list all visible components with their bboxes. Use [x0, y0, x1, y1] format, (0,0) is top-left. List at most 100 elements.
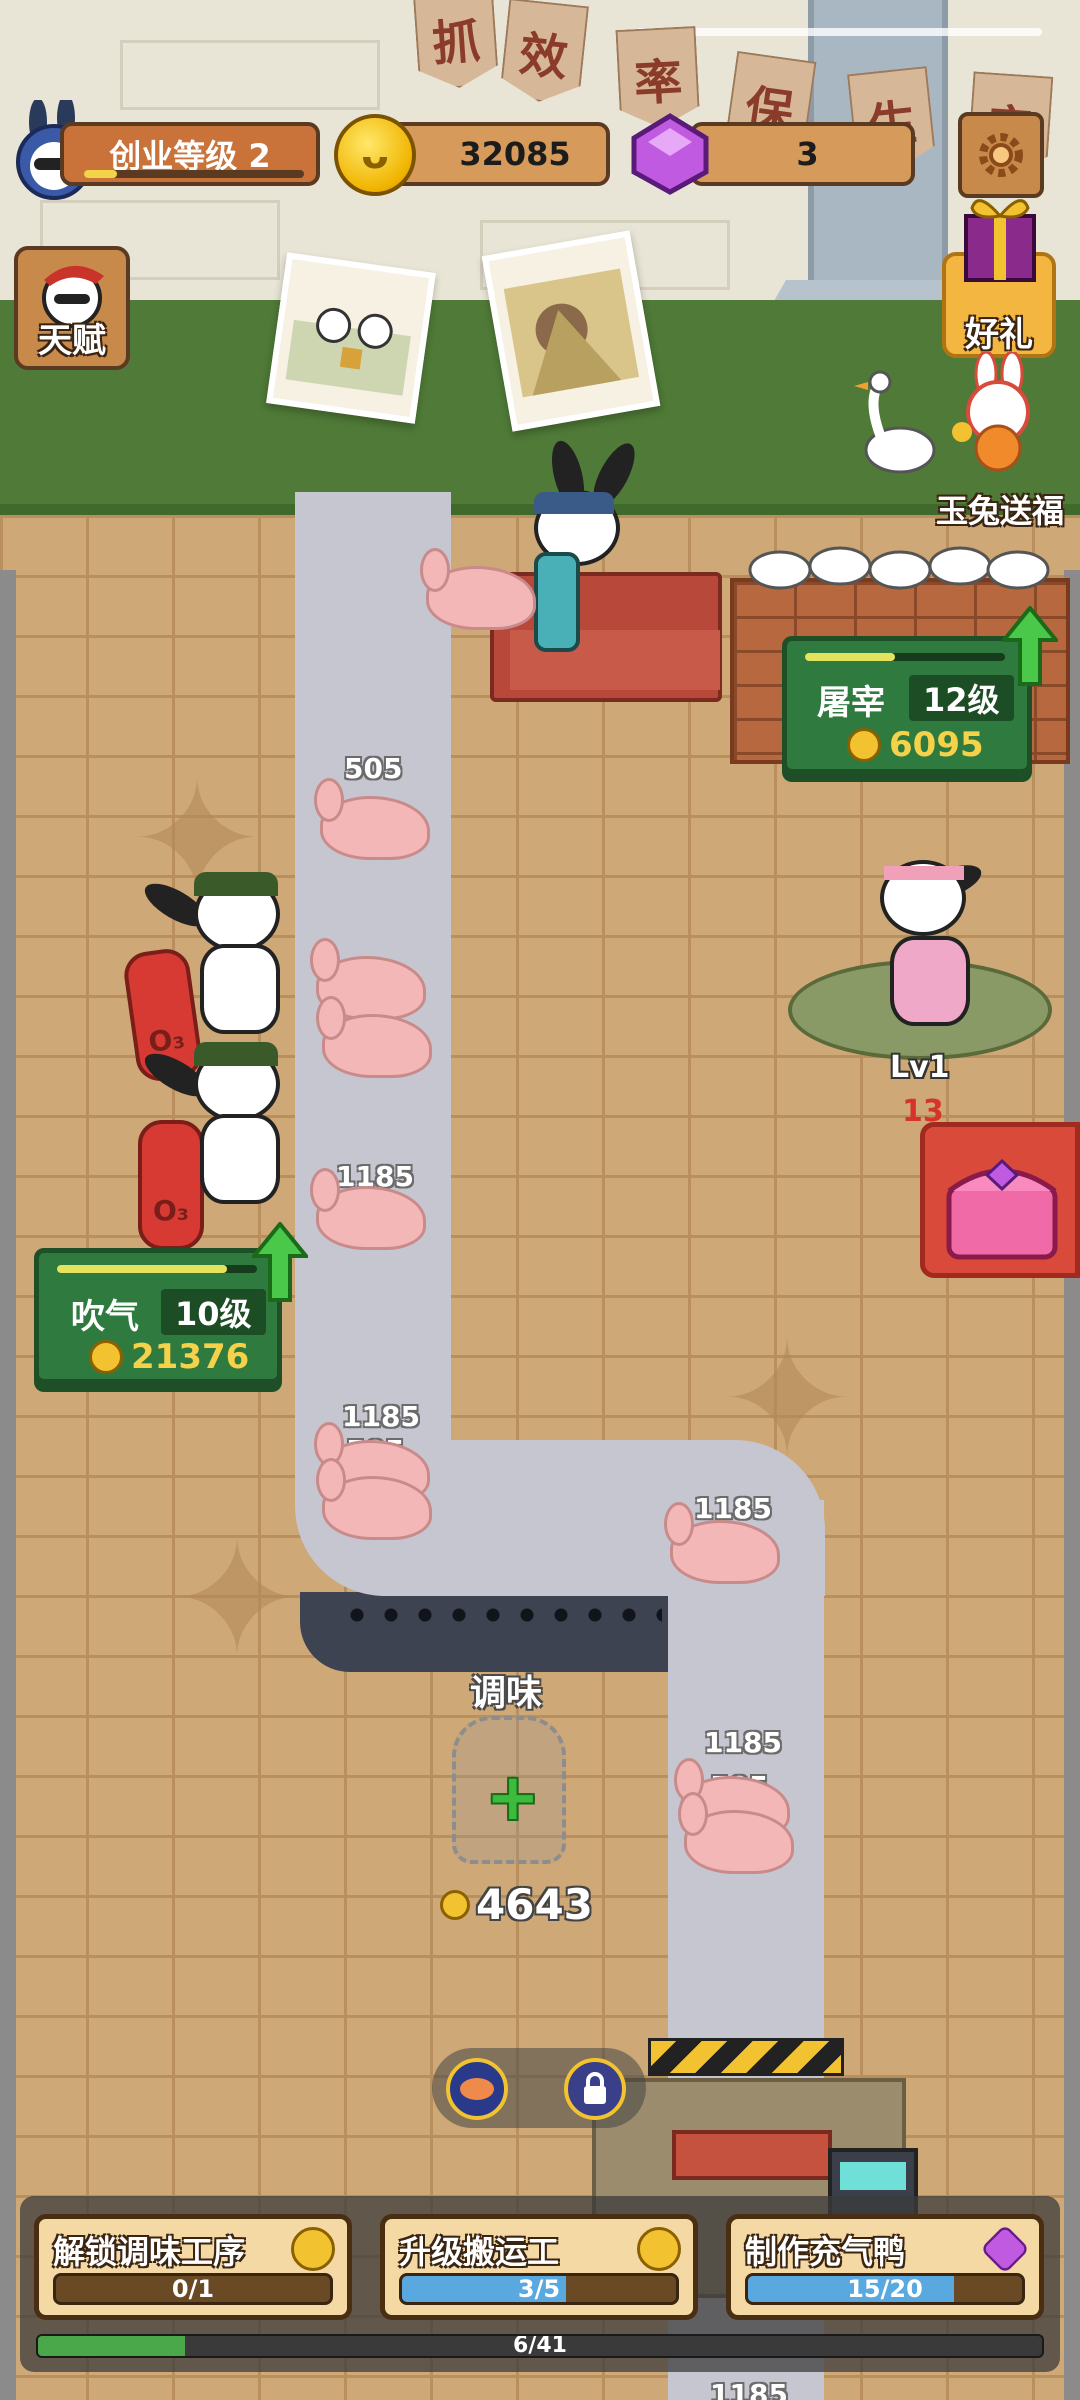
seasoning-cost-value: 4643: [476, 1880, 593, 1929]
banner-flag: 效: [499, 0, 589, 106]
inflate-upgrade-cost: 21376: [89, 1337, 249, 1377]
slaughter-cost-value: 6095: [889, 725, 984, 765]
duck-value-label: 505: [344, 752, 402, 785]
duck-item: [426, 556, 536, 636]
duck-head: [310, 1168, 340, 1212]
overall-progress-bar: 6/41: [36, 2334, 1044, 2358]
gear-icon: [974, 128, 1028, 182]
gift-button[interactable]: 好礼: [942, 186, 1056, 358]
machine-tray: [672, 2130, 832, 2180]
task-title: 制作充气鸭: [745, 2227, 905, 2273]
business-level-badge[interactable]: 创业等级 2: [60, 122, 320, 186]
task-progress-text: 15/20: [748, 2276, 1022, 2302]
inflate-progress-fill: [57, 1265, 227, 1273]
overall-progress-text: 6/41: [38, 2336, 1042, 2356]
coin-icon: [440, 1890, 470, 1920]
duck-head: [664, 1502, 694, 1546]
task-card[interactable]: 解锁调味工序 0/1: [34, 2214, 352, 2320]
inflate-cost-value: 21376: [131, 1337, 249, 1377]
slaughter-progress-bar: [805, 653, 1005, 661]
gem-amount: 3: [796, 135, 818, 173]
machine-hazard-stripe: [648, 2038, 844, 2076]
pedestal-worker[interactable]: [870, 840, 1000, 1020]
duck-item: [322, 1004, 432, 1084]
coin-icon: [847, 728, 881, 762]
inflate-station-card[interactable]: 吹气 10级 21376: [34, 1248, 282, 1384]
coin-amount: 32085: [459, 135, 570, 173]
belt-rollers: [340, 1606, 662, 1624]
banner-flag: 抓: [413, 0, 500, 91]
add-icon[interactable]: +: [486, 1776, 534, 1824]
gem-icon: [630, 112, 710, 196]
ability-bar: [432, 2048, 646, 2128]
wall-poster: [266, 252, 436, 423]
worker-cap: [534, 492, 614, 514]
task-card[interactable]: 制作充气鸭 15/20: [726, 2214, 1044, 2320]
task-progress-bar: 15/20: [745, 2273, 1025, 2305]
wall-brick: [120, 40, 380, 110]
inflate-station-name: 吹气: [71, 1289, 139, 1338]
seasoning-station-name: 调味: [470, 1664, 542, 1716]
inflate-progress-bar: [57, 1265, 257, 1273]
slaughter-station-card[interactable]: 屠宰 12级 6095: [782, 636, 1032, 774]
inflate-worker[interactable]: [160, 1020, 290, 1200]
duck-value-label: 1185: [342, 1400, 420, 1433]
coin-icon: [334, 114, 416, 196]
level-progress-bar: [84, 170, 304, 178]
duck-head: [316, 996, 346, 1040]
slaughter-station-level: 12级: [909, 675, 1014, 721]
upgrade-arrow-icon[interactable]: [1002, 606, 1058, 686]
gem-counter[interactable]: 3: [690, 122, 915, 186]
treasure-chest-button[interactable]: [920, 1122, 1080, 1278]
floor-decoration-icon: ✦: [170, 1520, 304, 1680]
duck-value-label: 1185: [704, 1726, 782, 1759]
floor-rail-right: [1064, 570, 1080, 2400]
duck-item: [322, 1466, 432, 1546]
duck-item: [684, 1800, 794, 1880]
bunny-body: [200, 1114, 280, 1204]
task-progress-bar: 0/1: [53, 2273, 333, 2305]
thermos-icon: [534, 552, 580, 652]
task-title: 解锁调味工序: [53, 2227, 245, 2273]
inflate-station-level: 10级: [161, 1289, 266, 1335]
conveyor-belt-side: [300, 1592, 672, 1672]
duck-head: [420, 548, 450, 592]
coin-icon: [291, 2227, 335, 2271]
duck-value-label: 1185: [710, 2378, 788, 2400]
duck-head: [316, 1458, 346, 1502]
task-progress-text: 3/5: [402, 2276, 676, 2302]
pedestal-level: Lv1: [890, 1050, 950, 1085]
duck-head: [310, 938, 340, 982]
task-progress-text: 0/1: [56, 2276, 330, 2302]
talent-button[interactable]: 天赋: [14, 246, 130, 370]
roast-duck-ability-icon[interactable]: [446, 2058, 508, 2120]
talent-label: 天赋: [18, 313, 126, 362]
gem-icon: [980, 2224, 1030, 2274]
coin-icon: [89, 1340, 123, 1374]
duck-item: [316, 1176, 426, 1256]
bunny-body: [890, 936, 970, 1026]
task-panel: 解锁调味工序 0/1 升级搬运工 3/5 制作充气鸭 15/20 6/41: [20, 2196, 1060, 2372]
seasoning-unlock-cost: 4643: [440, 1880, 593, 1929]
duck-head: [678, 1792, 708, 1836]
gift-label: 好礼: [942, 307, 1056, 356]
duck-head: [314, 778, 344, 822]
slaughter-upgrade-cost: 6095: [847, 725, 984, 765]
inflate-worker[interactable]: [160, 850, 290, 1030]
level-progress-fill: [84, 170, 117, 178]
task-title: 升级搬运工: [399, 2227, 559, 2273]
upgrade-arrow-icon[interactable]: [252, 1222, 308, 1302]
gift-box-icon: [958, 186, 1042, 284]
treasure-chest-icon: [939, 1141, 1065, 1265]
floor-rail-left: [0, 570, 16, 2400]
slaughter-station-name: 屠宰: [817, 675, 885, 724]
headband: [884, 866, 964, 880]
task-card[interactable]: 升级搬运工 3/5: [380, 2214, 698, 2320]
geese-flock-icon: [740, 370, 1060, 600]
worker-cap: [194, 872, 278, 896]
slaughter-progress-fill: [805, 653, 895, 661]
duck-item: [320, 786, 430, 866]
lock-icon[interactable]: [564, 2058, 626, 2120]
task-progress-bar: 3/5: [399, 2273, 679, 2305]
duck-item: [670, 1510, 780, 1590]
